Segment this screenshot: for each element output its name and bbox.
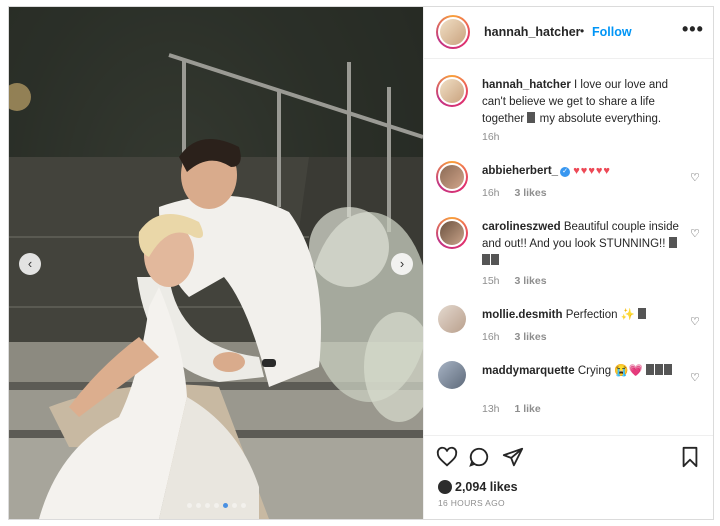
- caption: hannah_hatcher I love our love and can't…: [424, 75, 713, 145]
- comment-likes[interactable]: 3 likes: [514, 187, 546, 199]
- comment-text: maddymarquette Crying 😭💗: [482, 363, 680, 380]
- comment-time[interactable]: 13h: [482, 403, 500, 415]
- carousel-dot-active: [222, 503, 228, 508]
- liker-avatar: [438, 480, 452, 494]
- comment-time[interactable]: 16h: [482, 187, 500, 199]
- comment-likes[interactable]: 3 likes: [514, 275, 546, 287]
- carousel-indicator: [9, 503, 423, 508]
- header-separator: •: [580, 24, 585, 38]
- comment-body: ♥♥♥♥♥: [573, 165, 611, 177]
- emoji-placeholder: [527, 112, 536, 123]
- chevron-left-icon: ‹: [27, 256, 33, 271]
- caption-text: hannah_hatcher I love our love and can't…: [482, 77, 680, 128]
- post-header: hannah_hatcher • Follow •••: [424, 7, 713, 59]
- post-timestamp[interactable]: 16 HOURS AGO: [438, 498, 505, 508]
- likes-count-text[interactable]: 2,094 likes: [455, 480, 518, 494]
- comment-username[interactable]: mollie.desmith: [482, 309, 563, 321]
- comment-meta: 16h 3 likes: [482, 187, 559, 199]
- comment-meta: 16h 3 likes: [482, 331, 559, 343]
- comment-text: mollie.desmith Perfection ✨: [482, 307, 680, 324]
- carousel-next-button[interactable]: ›: [391, 253, 413, 275]
- emoji-placeholder: [646, 364, 655, 375]
- likes-count[interactable]: 2,094 likes: [438, 480, 518, 494]
- comment-username[interactable]: maddymarquette: [482, 365, 575, 377]
- emoji-placeholder: [491, 254, 499, 265]
- caption-meta: 16h: [482, 131, 512, 143]
- caption-username[interactable]: hannah_hatcher: [482, 79, 571, 91]
- comment-text: abbieherbert_ ✓ ♥♥♥♥♥: [482, 163, 680, 180]
- emoji-placeholder: [655, 364, 664, 375]
- author-avatar[interactable]: [436, 75, 468, 107]
- heart-icon[interactable]: ♡: [690, 371, 700, 384]
- instagram-post: ‹ › hannah_hatcher • Follow ••• hannah_h…: [8, 6, 714, 520]
- heart-icon[interactable]: [436, 446, 458, 468]
- carousel-dot: [186, 503, 192, 508]
- comment-likes[interactable]: 1 like: [514, 403, 540, 415]
- comment-time[interactable]: 15h: [482, 275, 500, 287]
- emoji-placeholder: [664, 364, 673, 375]
- carousel-prev-button[interactable]: ‹: [19, 253, 41, 275]
- carousel-dot: [204, 503, 210, 508]
- comment-likes[interactable]: 3 likes: [514, 331, 546, 343]
- comment-item: carolineszwed Beautiful couple inside an…: [424, 217, 713, 293]
- more-icon[interactable]: •••: [682, 19, 704, 40]
- share-icon[interactable]: [502, 446, 524, 468]
- comment-item: mollie.desmith Perfection ✨ 16h 3 likes …: [424, 305, 713, 349]
- comment-icon[interactable]: [468, 446, 490, 468]
- post-photo[interactable]: ‹ ›: [9, 7, 423, 519]
- emoji-placeholder: [638, 308, 647, 319]
- follow-button[interactable]: Follow: [592, 25, 632, 39]
- comments-list[interactable]: hannah_hatcher I love our love and can't…: [424, 59, 713, 435]
- comment-username[interactable]: carolineszwed: [482, 221, 561, 233]
- comment-item: abbieherbert_ ✓ ♥♥♥♥♥ 16h 3 likes ♡: [424, 161, 713, 205]
- commenter-avatar[interactable]: [438, 361, 466, 389]
- carousel-dot: [213, 503, 219, 508]
- heart-icon[interactable]: ♡: [690, 171, 700, 184]
- commenter-avatar[interactable]: [438, 305, 466, 333]
- commenter-avatar[interactable]: [436, 217, 468, 249]
- bookmark-icon[interactable]: [680, 446, 700, 468]
- carousel-dot: [231, 503, 237, 508]
- carousel-dot: [195, 503, 201, 508]
- comment-username[interactable]: abbieherbert_: [482, 165, 558, 177]
- comment-meta: 13h 1 like: [482, 403, 553, 415]
- chevron-right-icon: ›: [399, 256, 405, 271]
- comment-body: Crying 😭💗: [577, 365, 643, 377]
- comment-text: carolineszwed Beautiful couple inside an…: [482, 219, 680, 270]
- post-actions: 2,094 likes 16 HOURS AGO: [424, 435, 713, 519]
- comment-item: maddymarquette Crying 😭💗 13h 1 like ♡: [424, 361, 713, 421]
- comment-meta: 15h 3 likes: [482, 275, 559, 287]
- emoji-placeholder: [482, 254, 490, 265]
- carousel-dot: [240, 503, 246, 508]
- comment-body: Perfection ✨: [565, 309, 636, 321]
- author-avatar[interactable]: [436, 15, 470, 49]
- heart-icon[interactable]: ♡: [690, 315, 700, 328]
- post-sidebar: hannah_hatcher • Follow ••• hannah_hatch…: [423, 7, 713, 519]
- emoji-placeholder: [668, 237, 677, 248]
- wedding-photo: [9, 7, 423, 519]
- caption-time[interactable]: 16h: [482, 131, 500, 143]
- caption-tail: my absolute everything.: [539, 113, 662, 125]
- heart-icon[interactable]: ♡: [690, 227, 700, 240]
- comment-time[interactable]: 16h: [482, 331, 500, 343]
- verified-icon: ✓: [560, 167, 571, 177]
- author-username[interactable]: hannah_hatcher: [484, 25, 581, 39]
- commenter-avatar[interactable]: [436, 161, 468, 193]
